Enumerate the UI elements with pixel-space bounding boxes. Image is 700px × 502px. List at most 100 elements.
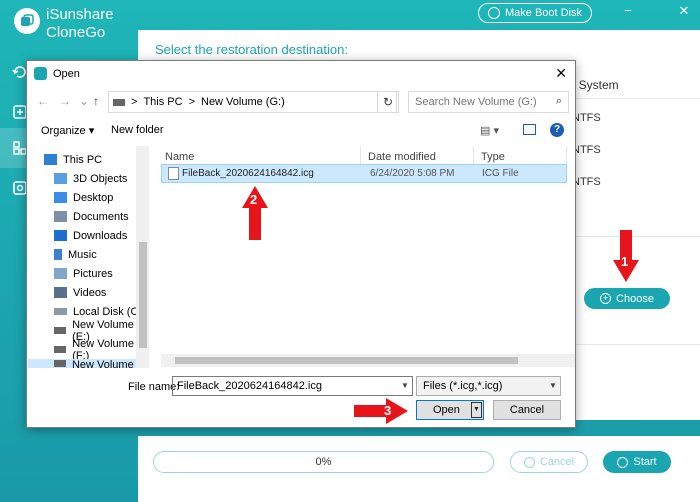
tree-item-label: 3D Objects [73, 172, 128, 185]
app-name-line1: iSunshare [46, 6, 114, 23]
music-icon [54, 249, 62, 260]
address-bar[interactable]: > This PC > New Volume (G:) [108, 91, 397, 113]
file-type-select[interactable]: Files (*.icg,*.icg) [416, 376, 561, 396]
open-label: Open [433, 404, 460, 416]
annotation-arrow-3: 3 [354, 398, 408, 424]
tree-item-new-volume-f[interactable]: New Volume (F:) [28, 338, 149, 362]
search-input[interactable]: Search New Volume (G:) ⌕ [408, 91, 569, 113]
cancel-button[interactable]: Cancel [510, 451, 588, 473]
new-folder-button[interactable]: New folder [111, 124, 164, 136]
right-arrow-icon [354, 398, 408, 424]
search-placeholder: Search New Volume (G:) [415, 96, 537, 108]
tree-item-desktop[interactable]: Desktop [28, 188, 149, 207]
pc-icon [44, 154, 57, 165]
desktop-icon [54, 192, 67, 203]
recent-dropdown-icon[interactable]: ⌄ [79, 94, 89, 108]
dialog-title: Open [53, 68, 80, 80]
annotation-number: 3 [384, 403, 392, 418]
up-arrow-icon[interactable]: ↑ [93, 94, 99, 108]
annotation-arrow-1: 1 [613, 230, 639, 282]
tree-item-videos[interactable]: Videos [28, 283, 149, 302]
organize-menu[interactable]: Organize ▾ [41, 124, 94, 137]
breadcrumb-sep: > [188, 96, 195, 108]
progress-bar: 0% [153, 451, 494, 473]
start-label: Start [633, 456, 657, 468]
refresh-icon: ↻ [382, 95, 394, 109]
start-button[interactable]: Start [603, 451, 671, 473]
app-title: iSunshare CloneGo [46, 6, 114, 42]
clonego-logo-icon [21, 14, 34, 26]
open-file-dialog: Open ✕ ← → ⌄ ↑ > This PC > New Volume (G… [26, 60, 576, 428]
plus-icon: + [600, 293, 612, 304]
file-date: 6/24/2020 5:08 PM [370, 168, 455, 179]
cube-icon [54, 173, 67, 184]
file-icon [168, 167, 179, 180]
drive-icon [54, 327, 67, 334]
tree-item-label: Local Disk (C:) [73, 305, 146, 318]
tree-scrollbar-thumb[interactable] [139, 242, 147, 348]
progress-text: 0% [315, 456, 332, 468]
tree-item-music[interactable]: Music [28, 245, 149, 264]
tree-item-label: Videos [73, 286, 107, 299]
dialog-toolbar: Organize ▾ New folder ▤ ▾ ? [27, 121, 575, 143]
search-icon: ⌕ [555, 95, 562, 107]
videos-icon [54, 287, 67, 298]
tree-item-label: Downloads [73, 229, 128, 242]
restoration-destination-heading: Select the restoration destination: [155, 42, 348, 57]
divider [565, 98, 700, 99]
partition-fs-value: NTFS [572, 112, 601, 124]
divider [565, 344, 700, 345]
file-row[interactable]: FileBack_2020624164842.icg 6/24/2020 5:0… [161, 164, 567, 183]
help-icon[interactable]: ? [550, 123, 564, 137]
navigation-row: ← → ⌄ ↑ > This PC > New Volume (G:) ↻ Se… [27, 89, 575, 115]
dialog-close-icon[interactable]: ✕ [555, 65, 567, 82]
file-type-chevron-icon[interactable]: ▼ [549, 381, 557, 390]
tree-item-new-volume-g[interactable]: New Volume (G:) [28, 359, 149, 368]
drive-icon [54, 360, 66, 367]
cancel-label: Cancel [539, 456, 575, 468]
tree-item-label: Documents [73, 210, 129, 223]
choose-label: Choose [616, 292, 654, 305]
tree-item-documents[interactable]: Documents [28, 207, 149, 226]
forward-arrow-icon[interactable]: → [59, 94, 71, 108]
documents-icon [54, 211, 67, 222]
breadcrumb-location[interactable]: New Volume (G:) [201, 96, 285, 108]
tree-item-pictures[interactable]: Pictures [28, 264, 149, 283]
tree-item-this-pc[interactable]: This PC [28, 150, 149, 169]
file-type: ICG File [482, 168, 519, 179]
window-close-button[interactable]: ✕ [674, 3, 694, 19]
dialog-titlebar: Open ✕ [27, 61, 575, 87]
horizontal-scrollbar[interactable] [161, 354, 575, 367]
make-boot-disk-label: Make Boot Disk [504, 7, 583, 19]
partition-fs-value: NTFS [572, 144, 601, 156]
dialog-cancel-button[interactable]: Cancel [493, 400, 561, 420]
tree-item-label: This PC [63, 153, 103, 166]
file-name-input[interactable]: FileBack_2020624164842.icg [172, 376, 413, 396]
tree-item-3d-objects[interactable]: 3D Objects [28, 169, 149, 188]
drive-icon [54, 308, 67, 315]
file-name-dropdown-icon[interactable]: ▼ [401, 381, 409, 390]
drive-icon [54, 346, 67, 353]
choose-button[interactable]: + Choose [584, 288, 670, 309]
open-split-dropdown-icon[interactable]: ▼ [471, 402, 482, 418]
app-name-line2: CloneGo [46, 24, 106, 41]
breadcrumb-this-pc[interactable]: This PC [143, 96, 182, 108]
back-arrow-icon[interactable]: ← [37, 94, 49, 108]
navigation-tree: This PC 3D Objects Desktop Documents Dow… [28, 146, 149, 368]
refresh-button[interactable]: ↻ [377, 91, 399, 113]
download-icon [54, 230, 67, 241]
preview-pane-icon[interactable] [523, 124, 536, 135]
tree-item-label: Pictures [73, 267, 113, 280]
tree-item-label: Music [68, 248, 97, 261]
annotation-number: 2 [250, 192, 258, 207]
minimize-button[interactable]: − [618, 3, 638, 18]
view-options-icon[interactable]: ▤ ▾ [480, 124, 499, 137]
horizontal-scrollbar-thumb[interactable] [175, 357, 518, 364]
drive-icon [113, 98, 125, 106]
dialog-app-icon [34, 67, 47, 80]
tree-item-downloads[interactable]: Downloads [28, 226, 149, 245]
make-boot-disk-button[interactable]: Make Boot Disk [478, 3, 592, 23]
partition-fs-value: NTFS [572, 176, 601, 188]
breadcrumb-sep: > [131, 96, 138, 108]
annotation-number: 1 [621, 254, 629, 269]
